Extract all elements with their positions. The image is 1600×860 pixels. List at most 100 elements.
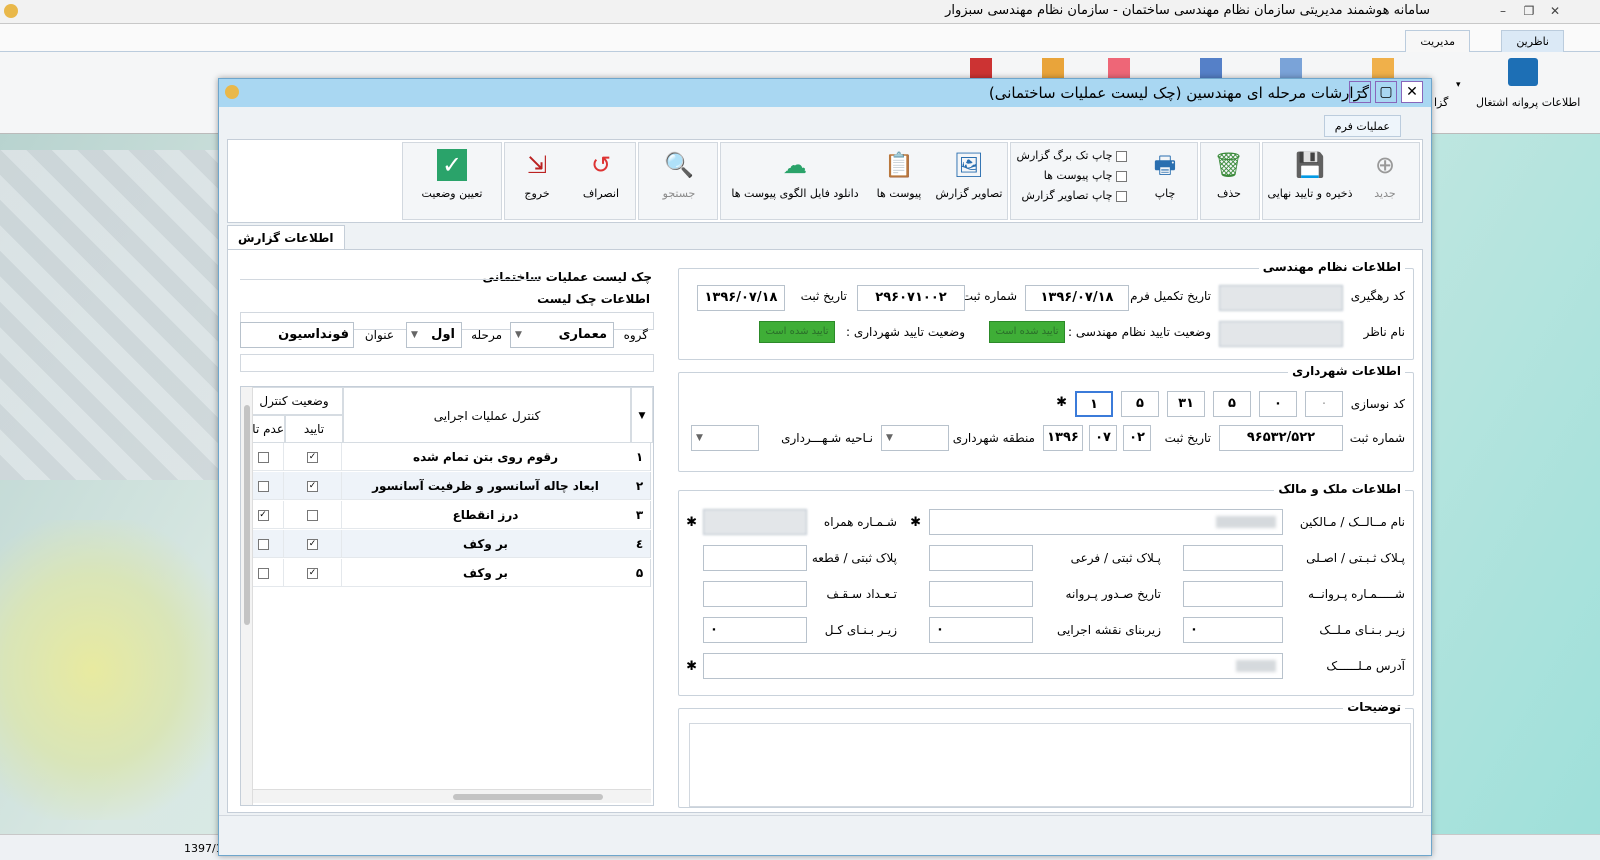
muni-zone-dropdown[interactable]: ▼ [881, 425, 949, 451]
tab-management[interactable]: مدیریت [1405, 30, 1470, 52]
muni-reg-year-field[interactable]: ۱۳۹۶ [1043, 425, 1083, 451]
muni-reg-no-field[interactable]: ۹۶۵۳۲/۵۲۲ [1219, 425, 1343, 451]
scroll-thumb[interactable] [244, 405, 250, 625]
reg-no-field[interactable]: ۲۹۶۰۷۱۰۰۲ [857, 285, 965, 311]
chevron-down-icon[interactable]: ▾ [1456, 80, 1461, 90]
chevron-down-icon[interactable]: ▼ [639, 411, 646, 421]
attachments-button[interactable]: 📋 پیوست ها [867, 147, 931, 217]
checkbox[interactable]: ✓ [307, 568, 318, 579]
renovation-code-part-5[interactable]: ۵ [1121, 391, 1159, 417]
approve-checkbox[interactable]: ✓ [283, 530, 341, 558]
owner-field[interactable] [929, 509, 1283, 535]
plate-piece-label: پلاک ثبتی / قطعه [811, 551, 897, 565]
group-dropdown[interactable]: معماری ▼ [510, 322, 614, 348]
search-button[interactable]: 🔍 جستجو [647, 147, 711, 217]
muni-district-dropdown[interactable]: ▼ [691, 425, 759, 451]
exit-button[interactable]: ⇲ خروج [505, 147, 569, 217]
print-images-checkbox[interactable]: چاپ تصاویر گزارش [1022, 189, 1127, 202]
property-info-group: اطلاعات ملک و مالک نام مــالــک / مـالکی… [678, 482, 1414, 696]
form-date-field[interactable]: ۱۳۹۶/۰۷/۱۸ [1025, 285, 1129, 311]
close-button[interactable]: ✕ [1401, 81, 1423, 103]
report-images-button[interactable]: 🖼 تصاویر گزارش [933, 147, 1005, 217]
col-approve-header[interactable]: تایید [285, 415, 343, 443]
cancel-button[interactable]: ↺ انصراف [569, 147, 633, 217]
approve-checkbox[interactable]: ✓ [283, 559, 341, 587]
plate-main-label: پـلاک ثـبـتی / اصـلی [1306, 551, 1405, 565]
reg-date-label: تاریخ ثبت [800, 289, 847, 303]
tab-supervisors[interactable]: ناظرین [1501, 30, 1564, 52]
renovation-code-part-4[interactable]: ۳۱ [1167, 391, 1205, 417]
ribbon-reports-button[interactable]: گزا [1434, 96, 1448, 109]
checkbox[interactable] [257, 452, 269, 463]
print-button[interactable]: 🖶 چاپ [1133, 147, 1197, 217]
notes-textarea[interactable] [689, 723, 1411, 807]
approve-checkbox[interactable]: ✓ [283, 443, 341, 471]
minimize-button[interactable]: – [1349, 81, 1371, 103]
table-row[interactable]: ٤ بر وکف ✓ [241, 530, 651, 558]
license-date-field[interactable] [929, 581, 1033, 607]
plate-sub-field[interactable] [929, 545, 1033, 571]
tab-report-info[interactable]: اطلاعات گزارش [227, 225, 345, 249]
toolbar-group-exit: ↺ انصراف ⇲ خروج [504, 142, 636, 220]
license-no-field[interactable] [1183, 581, 1283, 607]
tracking-code-field[interactable] [1219, 285, 1343, 311]
row-control-text: بر وکف [341, 559, 629, 587]
col-control-header[interactable]: کنترل عملیات اجرایی [343, 387, 631, 443]
floors-field[interactable] [703, 581, 807, 607]
renovation-code-part-3[interactable]: ۵ [1213, 391, 1251, 417]
maximize-button[interactable]: ▢ [1375, 81, 1397, 103]
set-status-button[interactable]: ✓ تعیین وضعیت [405, 147, 499, 217]
download-template-button[interactable]: ☁ دانلود فایل الگوی پیوست ها [725, 147, 865, 217]
supervisor-field[interactable] [1219, 321, 1343, 347]
plate-main-field[interactable] [1183, 545, 1283, 571]
checkbox[interactable] [1116, 150, 1127, 162]
renovation-code-part-2[interactable]: ۰ [1259, 391, 1297, 417]
renovation-code-part-6[interactable]: ۱ [1075, 391, 1113, 417]
scroll-thumb[interactable] [453, 794, 603, 800]
table-row[interactable]: ۱ رقوم روی بتن تمام شده ✓ [241, 443, 651, 471]
renovation-code-part-1[interactable]: ۰ [1305, 391, 1343, 417]
approve-checkbox[interactable]: ✓ [283, 472, 341, 500]
delete-button[interactable]: 🗑 حذف [1197, 147, 1261, 217]
save-confirm-button[interactable]: 💾 ذخیره و تایید نهایی [1263, 147, 1357, 217]
checkbox[interactable]: ✓ [307, 481, 318, 492]
checkbox[interactable]: ✓ [307, 539, 318, 550]
print-single-checkbox[interactable]: چاپ تک برگ گزارش [1017, 149, 1127, 162]
mobile-field[interactable] [703, 509, 807, 535]
stage-dropdown[interactable]: اول ▼ [406, 322, 462, 348]
address-field[interactable] [703, 653, 1283, 679]
print-attachments-checkbox[interactable]: چاپ پیوست ها [1044, 169, 1127, 182]
ribbon-license-info-button[interactable]: اطلاعات پروانه اشتغال [1476, 96, 1580, 109]
horizontal-scrollbar[interactable] [253, 789, 651, 803]
app-minimize-button[interactable]: – [1494, 3, 1512, 19]
table-row[interactable]: ۵ بر وکف ✓ [241, 559, 651, 587]
table-row[interactable]: ۳ درز انقطاع ✓ [241, 501, 651, 529]
checkbox[interactable]: ✓ [257, 510, 269, 521]
exec-area-field[interactable]: ۰ [929, 617, 1033, 643]
total-area-field[interactable]: ۰ [703, 617, 807, 643]
checkbox[interactable]: ✓ [307, 452, 318, 463]
subject-field[interactable]: فونداسیون [240, 322, 354, 348]
land-area-field[interactable]: ۰ [1183, 617, 1283, 643]
checkbox[interactable] [257, 568, 269, 579]
app-close-button[interactable]: ✕ [1546, 3, 1564, 19]
reg-date-field[interactable]: ۱۳۹۶/۰۷/۱۸ [697, 285, 785, 311]
vertical-scrollbar[interactable] [241, 387, 253, 805]
muni-reg-no-label: شماره ثبت [1349, 431, 1405, 445]
muni-reg-month-field[interactable]: ۰۷ [1089, 425, 1117, 451]
tab-form-operations[interactable]: عملیات فرم [1323, 115, 1401, 137]
checkbox[interactable] [307, 510, 318, 521]
checkbox[interactable] [1116, 190, 1127, 202]
row-control-text: بر وکف [341, 530, 629, 558]
muni-reg-day-field[interactable]: ۰۲ [1123, 425, 1151, 451]
address-value-blurred [1236, 660, 1276, 672]
approve-checkbox[interactable] [283, 501, 341, 529]
new-button[interactable]: ⊕ جدید [1353, 147, 1417, 217]
checkbox[interactable] [1116, 170, 1127, 182]
checkbox[interactable] [257, 481, 269, 492]
checkbox[interactable] [257, 539, 269, 550]
row-number: ۱ [629, 443, 651, 471]
plate-piece-field[interactable] [703, 545, 807, 571]
app-restore-button[interactable]: ❐ [1520, 3, 1538, 19]
table-row[interactable]: ۲ ابعاد چاله آسانسور و ظرفیت آسانسور ✓ [241, 472, 651, 500]
